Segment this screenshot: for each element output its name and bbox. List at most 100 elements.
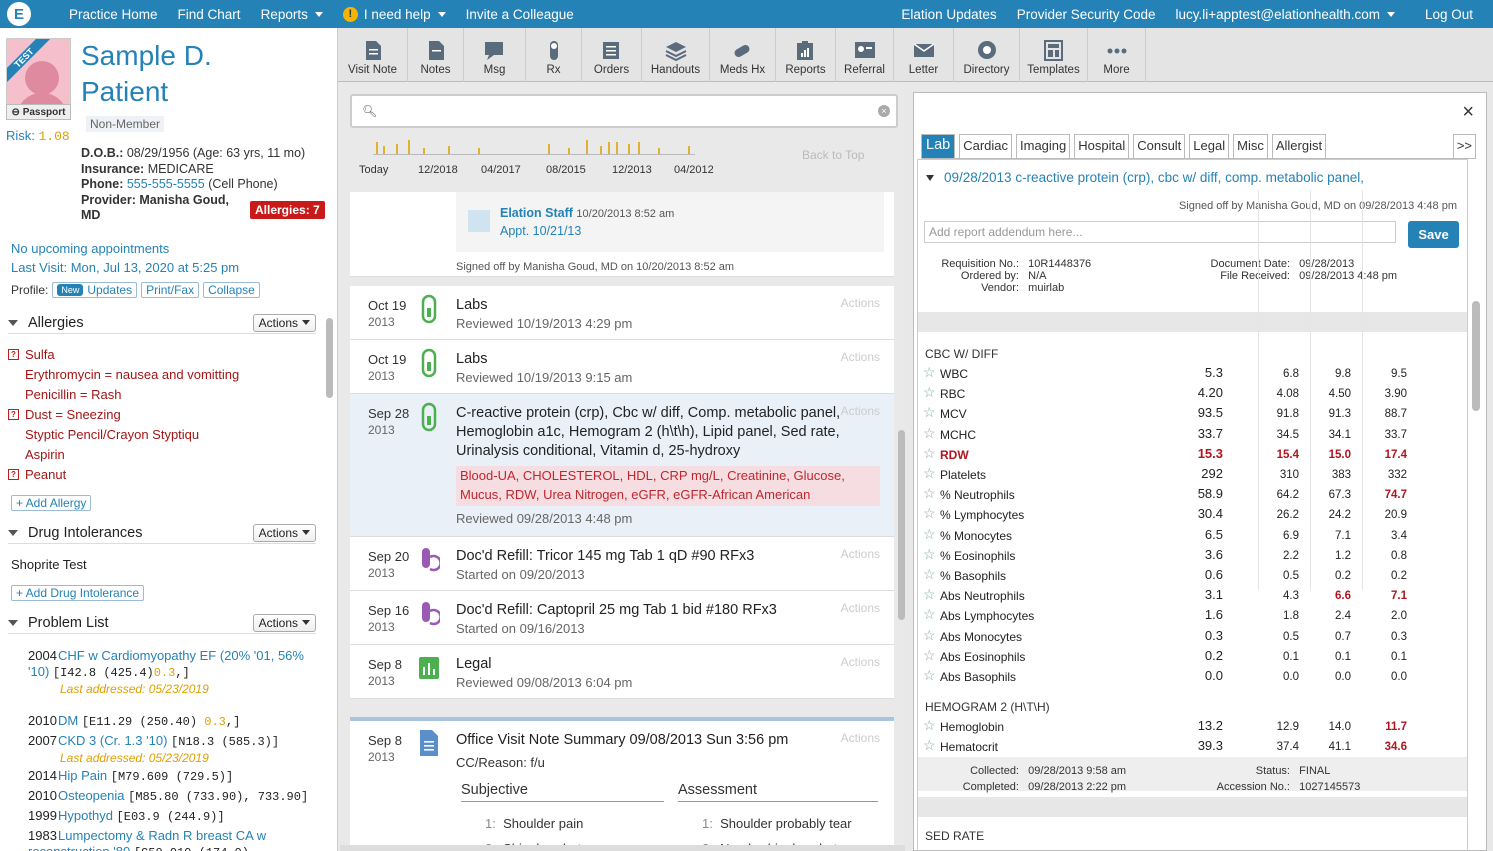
lab-result-row[interactable]: ☆ WBC 5.3 6.8 9.8 9.5 [923, 365, 1443, 385]
timeline-histogram[interactable]: Today 12/2018 04/2017 08/2015 12/2013 04/2012 [338, 137, 904, 187]
problem-item[interactable]: 1983Lumpectomy & Radn R breast CA w reco… [28, 828, 318, 851]
nav-security-code[interactable]: Provider Security Code [1017, 7, 1156, 22]
allergies-section-header[interactable]: Allergies Actions [8, 312, 316, 334]
favorite-star-icon[interactable]: ☆ [923, 607, 936, 621]
nav-need-help[interactable]: ! I need help [342, 6, 446, 22]
lab-result-row[interactable]: ☆ % Eosinophils 3.6 2.2 1.2 0.8 [923, 547, 1443, 567]
clear-search-icon[interactable]: × [878, 105, 890, 117]
favorite-star-icon[interactable]: ☆ [923, 426, 936, 440]
lab-result-row[interactable]: ☆ Abs Lymphocytes 1.6 1.8 2.4 2.0 [923, 607, 1443, 627]
feed-item[interactable]: Sep 20 2013 Doc'd Refill: Tricor 145 mg Ta… [350, 537, 894, 591]
toolbar-meds-hx-button[interactable]: Meds Hx [710, 28, 776, 82]
visit-note-card[interactable]: Sep 8 2013 Office Visit Note Summary 09/0… [350, 717, 894, 851]
lab-result-row[interactable]: ☆ Hematocrit 39.3 37.4 41.1 34.6 [923, 738, 1443, 758]
problem-name-link[interactable]: Osteopenia [58, 788, 125, 803]
allergy-item[interactable]: ? Peanut [8, 467, 66, 482]
addendum-input[interactable]: Add report addendum here... [924, 221, 1396, 243]
favorite-star-icon[interactable]: ☆ [923, 628, 936, 642]
toolbar-templates-button[interactable]: Templates [1020, 28, 1088, 82]
feed-actions[interactable]: Actions [841, 655, 880, 669]
lab-report-header[interactable]: 09/28/2013 c-reactive protein (crp), cbc… [926, 170, 1364, 185]
allergy-item[interactable]: ? Sulfa [8, 347, 55, 362]
toolbar-reports-button[interactable]: Reports [776, 28, 836, 82]
favorite-star-icon[interactable]: ☆ [923, 405, 936, 419]
favorite-star-icon[interactable]: ☆ [923, 648, 936, 662]
favorite-star-icon[interactable]: ☆ [923, 567, 936, 581]
lab-scrollbar[interactable] [1472, 301, 1480, 411]
feed-item[interactable]: Sep 16 2013 Doc'd Refill: Captopril 25 mg … [350, 591, 894, 645]
nav-reports[interactable]: Reports [261, 7, 323, 22]
toolbar-directory-button[interactable]: Directory [954, 28, 1020, 82]
allergy-item[interactable]: Styptic Pencil/Crayon Styptiqu [8, 427, 199, 442]
allergy-item[interactable]: ? Dust = Sneezing [8, 407, 121, 422]
problem-item[interactable]: 2010Osteopenia [M85.80 (733.90), 733.90] [28, 788, 318, 805]
toolbar-more-button[interactable]: More [1088, 28, 1146, 82]
toolbar-referral-button[interactable]: Referral [836, 28, 894, 82]
nav-practice-home[interactable]: Practice Home [69, 7, 158, 22]
problem-item[interactable]: 1999Hypothyd [E03.9 (244.9)] [28, 808, 318, 825]
feed-actions[interactable]: Actions [841, 601, 880, 615]
lab-result-row[interactable]: ☆ % Basophils 0.6 0.5 0.2 0.2 [923, 567, 1443, 587]
allergy-item[interactable]: Aspirin [8, 447, 65, 462]
add-drug-intolerance-button[interactable]: + Add Drug Intolerance [11, 585, 145, 601]
feed-actions[interactable]: Actions [841, 350, 880, 364]
timeline-hscrollbar[interactable] [340, 845, 905, 851]
updates-button[interactable]: New Updates [52, 282, 138, 298]
problem-item[interactable]: 2007CKD 3 (Cr. 1.3 '10) [N18.3 (585.3)] L… [28, 733, 318, 766]
favorite-star-icon[interactable]: ☆ [923, 547, 936, 561]
nav-logout[interactable]: Log Out [1425, 7, 1473, 22]
favorite-star-icon[interactable]: ☆ [923, 587, 936, 601]
tab-hospital[interactable]: Hospital [1074, 134, 1130, 158]
lab-result-row[interactable]: ☆ Abs Neutrophils 3.1 4.3 6.6 7.1 [923, 587, 1443, 607]
save-button[interactable]: Save [1408, 221, 1459, 248]
feed-actions[interactable]: Actions [841, 547, 880, 561]
lab-result-row[interactable]: ☆ Hemoglobin 13.2 12.9 14.0 11.7 [923, 718, 1443, 738]
tab-allergist[interactable]: Allergist [1271, 134, 1327, 158]
lab-result-row[interactable]: ☆ Abs Eosinophils 0.2 0.1 0.1 0.1 [923, 648, 1443, 668]
problem-name-link[interactable]: DM [58, 713, 78, 728]
tab-cardiac[interactable]: Cardiac [959, 134, 1012, 158]
visit-note-actions[interactable]: Actions [841, 731, 880, 745]
feed-item[interactable]: Sep 8 2013 Legal Actions Reviewed 09/08/2013… [350, 645, 894, 699]
last-visit-link[interactable]: Last Visit: Mon, Jul 13, 2020 at 5:25 pm [11, 258, 239, 277]
problem-name-link[interactable]: CKD 3 (Cr. 1.3 '10) [58, 733, 167, 748]
passport-button[interactable]: ⊖ Passport [6, 104, 71, 120]
no-appointments-link[interactable]: No upcoming appointments [11, 239, 239, 258]
add-allergy-button[interactable]: + Add Allergy [11, 495, 92, 511]
feed-item[interactable]: Oct 19 2013 Labs Actions Reviewed 10/19/2013… [350, 286, 894, 340]
feed-actions[interactable]: Actions [841, 404, 880, 418]
toolbar-handouts-button[interactable]: Handouts [642, 28, 710, 82]
nav-updates[interactable]: Elation Updates [901, 7, 996, 22]
lab-result-row[interactable]: ☆ RDW 15.3 15.4 15.0 17.4 [923, 446, 1443, 466]
lab-result-row[interactable]: ☆ Abs Basophils 0.0 0.0 0.0 0.0 [923, 668, 1443, 688]
problem-item[interactable]: 2004CHF w Cardiomyopathy EF (20% '01, 56… [28, 648, 318, 697]
problem-list-header[interactable]: Problem List Actions [8, 612, 316, 634]
tab-legal[interactable]: Legal [1189, 134, 1230, 158]
sidebar-scrollbar[interactable] [326, 318, 333, 398]
elation-logo[interactable]: E [0, 0, 38, 28]
drug-actions-button[interactable]: Actions [252, 523, 316, 542]
tab-more[interactable]: >> [1452, 134, 1476, 158]
risk-score[interactable]: Risk: 1.08 [6, 128, 70, 144]
problem-name-link[interactable]: Hypothyd [58, 808, 113, 823]
tab-misc[interactable]: Misc [1233, 134, 1268, 158]
lab-result-row[interactable]: ☆ % Neutrophils 58.9 64.2 67.3 74.7 [923, 486, 1443, 506]
nav-find-chart[interactable]: Find Chart [178, 7, 241, 22]
toolbar-notes-button[interactable]: Notes [408, 28, 464, 82]
nav-invite[interactable]: Invite a Colleague [466, 7, 574, 22]
favorite-star-icon[interactable]: ☆ [923, 718, 936, 732]
feed-item[interactable]: Oct 19 2013 Labs Actions Reviewed 10/19/2013… [350, 340, 894, 394]
lab-result-row[interactable]: ☆ Platelets 292 310 383 332 [923, 466, 1443, 486]
feed-item[interactable]: Sep 28 2013 C-reactive protein (crp), Cbc … [350, 394, 894, 537]
favorite-star-icon[interactable]: ☆ [923, 466, 936, 480]
back-to-top-link[interactable]: Back to Top [802, 148, 864, 162]
problem-actions-button[interactable]: Actions [252, 613, 316, 632]
favorite-star-icon[interactable]: ☆ [923, 486, 936, 500]
favorite-star-icon[interactable]: ☆ [923, 668, 936, 682]
lab-result-row[interactable]: ☆ % Monocytes 6.5 6.9 7.1 3.4 [923, 527, 1443, 547]
timeline-search-input[interactable]: 🔍︎ × [350, 94, 898, 128]
allergy-item[interactable]: Erythromycin = nausea and vomitting [8, 367, 239, 382]
tab-imaging[interactable]: Imaging [1016, 134, 1071, 158]
feed-actions[interactable]: Actions [841, 296, 880, 310]
toolbar-msg-button[interactable]: Msg [464, 28, 526, 82]
